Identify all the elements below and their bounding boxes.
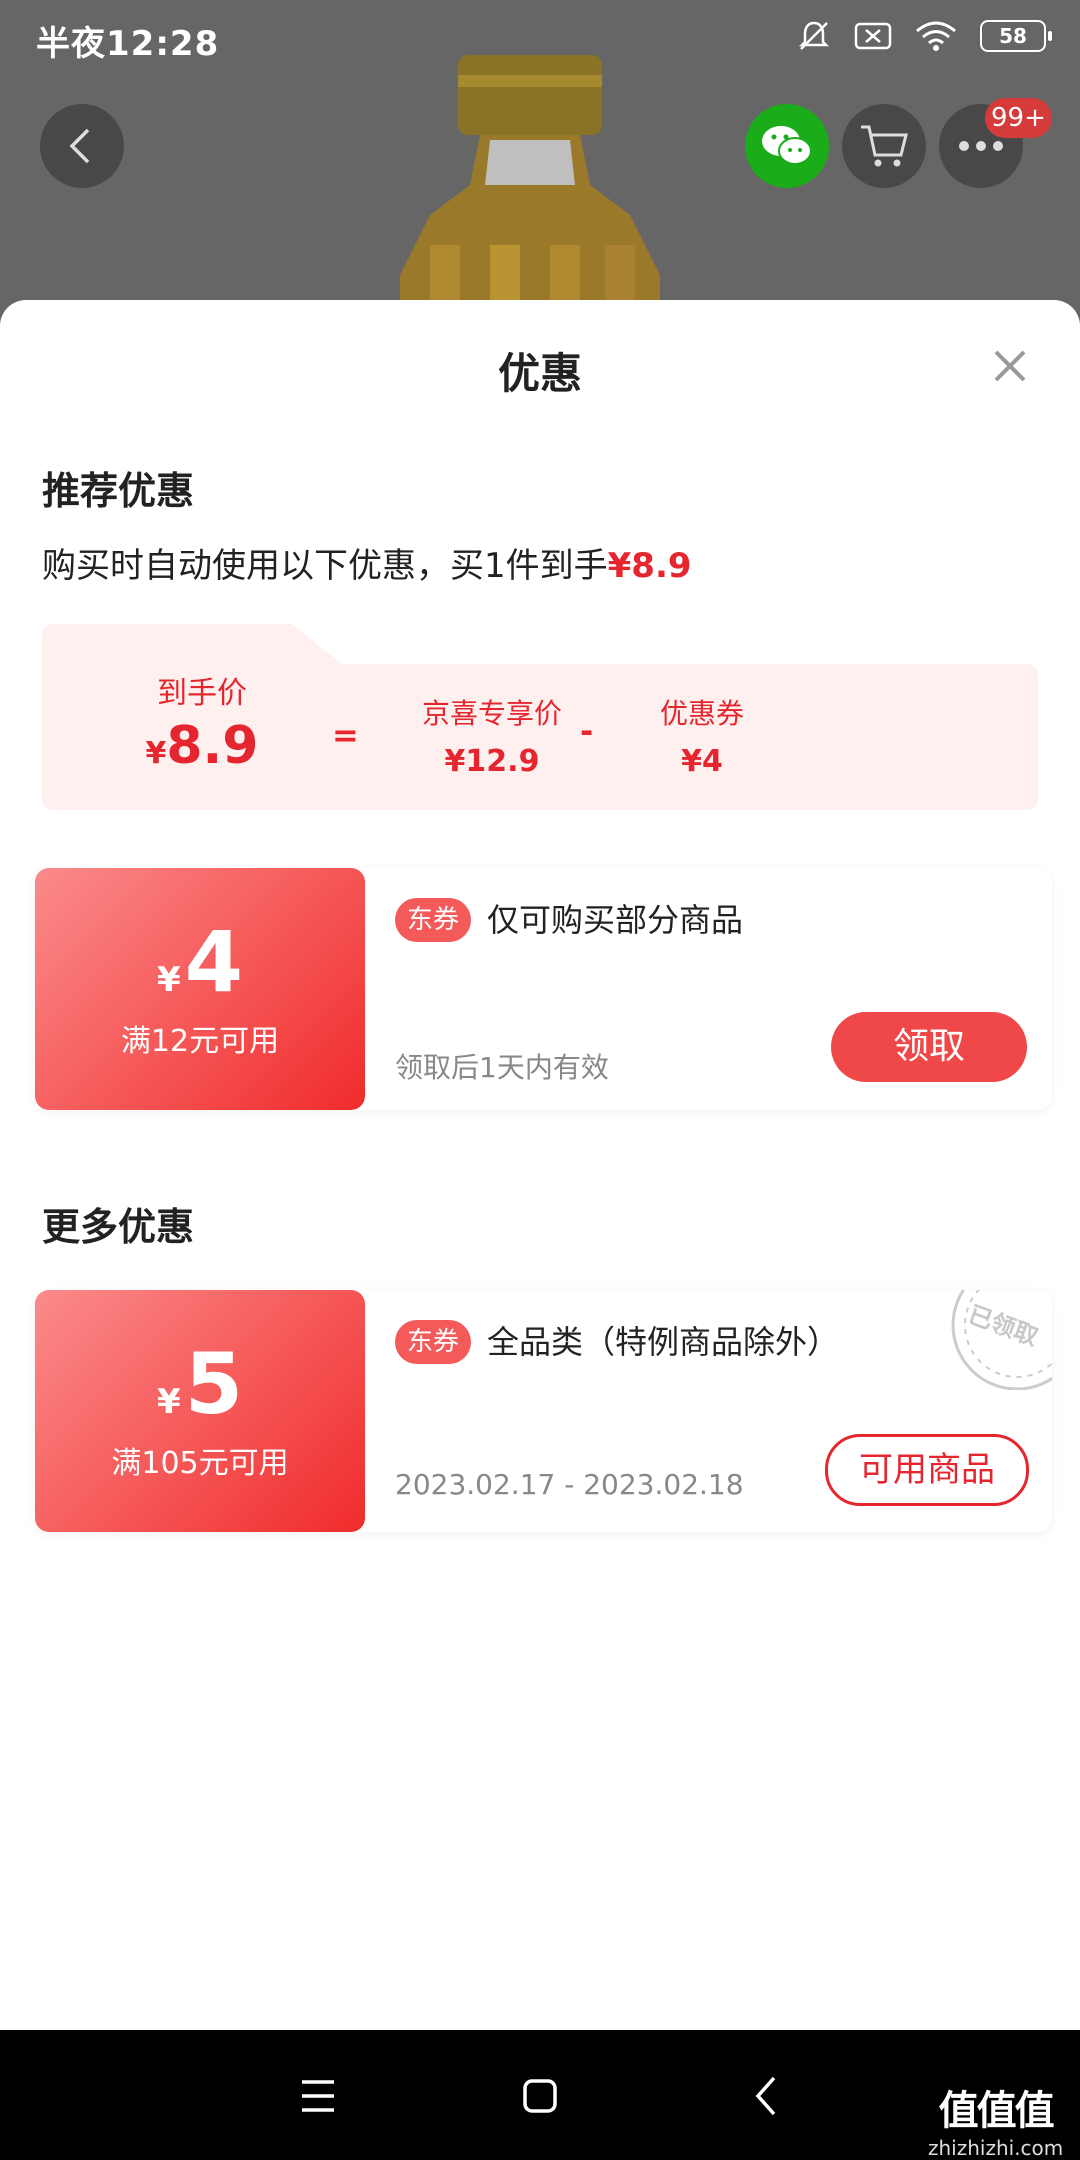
coupon-discount-value: ¥4 xyxy=(681,744,723,779)
price-breakdown-card: 到手价 ¥8.9 = 京喜专享价 ¥12.9 - 优惠券 ¥4 xyxy=(42,624,1038,810)
mute-bell-icon xyxy=(798,21,830,50)
member-price-label: 京喜专享价 xyxy=(421,697,562,730)
coupon-discount-block: 优惠券 ¥4 xyxy=(632,692,772,779)
back-icon xyxy=(69,128,90,164)
coupon-value-panel: ¥5 满105元可用 xyxy=(35,1290,365,1532)
coupon-currency: ¥ xyxy=(156,1382,181,1422)
battery-level: 58 xyxy=(999,24,1027,48)
cart-icon xyxy=(861,125,908,167)
coupon-description: 全品类（特例商品除外） xyxy=(487,1323,840,1361)
menu-icon[interactable] xyxy=(290,2068,346,2124)
system-nav-bar: 值值值 zhizhizhi.com xyxy=(0,2030,1080,2160)
status-icons: 58 xyxy=(796,18,1052,54)
watermark-url: zhizhizhi.com xyxy=(928,2136,1064,2160)
wechat-share-button[interactable] xyxy=(745,104,829,188)
close-icon[interactable] xyxy=(988,344,1032,388)
product-bottle-image xyxy=(400,55,660,330)
coupon-card-more: ¥5 满105元可用 东券 全品类（特例商品除外） 2023.02.17 - 2… xyxy=(35,1290,1052,1532)
recommended-summary: 购买时自动使用以下优惠，买1件到手¥8.9 xyxy=(42,538,692,587)
coupon-validity: 领取后1天内有效 xyxy=(395,1051,609,1084)
cart-button[interactable] xyxy=(842,104,926,188)
coupon-discount-label: 优惠券 xyxy=(659,697,744,730)
notification-badge: 99+ xyxy=(985,98,1052,138)
coupon-value-panel: ¥4 满12元可用 xyxy=(35,868,365,1110)
wifi-icon xyxy=(916,21,956,51)
coupon-currency: ¥ xyxy=(156,960,181,1000)
minus-sign: - xyxy=(580,712,594,750)
final-price-label: 到手价 xyxy=(157,676,247,711)
final-price-currency: ¥ xyxy=(145,736,167,771)
coupon-description: 仅可购买部分商品 xyxy=(487,901,744,939)
final-price-block: 到手价 ¥8.9 xyxy=(122,668,282,776)
summary-price: ¥8.9 xyxy=(607,546,692,586)
coupon-tag: 东券 xyxy=(395,898,472,942)
watermark-logo: 值值值 xyxy=(938,2088,1055,2134)
claim-coupon-button[interactable]: 领取 xyxy=(831,1012,1027,1082)
coupon-amount-value: 5 xyxy=(184,1335,244,1433)
coupon-validity: 2023.02.17 - 2023.02.18 xyxy=(395,1468,744,1501)
status-bar: 半夜12:28 58 xyxy=(0,0,1080,80)
summary-text: 购买时自动使用以下优惠，买1件到手 xyxy=(42,546,608,586)
coupon-card-recommended: ¥4 满12元可用 东券 仅可购买部分商品 领取后1天内有效 领取 xyxy=(35,868,1052,1110)
equals-sign: = xyxy=(332,716,359,754)
coupon-amount: ¥5 xyxy=(35,1342,365,1444)
more-icon xyxy=(959,141,1003,151)
applicable-products-button[interactable]: 可用商品 xyxy=(825,1434,1029,1506)
status-time: 半夜12:28 xyxy=(36,24,220,64)
final-price-amount: 8.9 xyxy=(166,716,259,776)
coupon-tag: 东券 xyxy=(395,1320,472,1364)
member-price-block: 京喜专享价 ¥12.9 xyxy=(392,692,592,779)
recommended-heading: 推荐优惠 xyxy=(42,469,195,513)
sheet-title: 优惠 xyxy=(497,349,582,398)
coupon-condition: 满105元可用 xyxy=(111,1446,289,1481)
wechat-icon xyxy=(762,126,812,165)
coupon-amount-value: 4 xyxy=(184,913,244,1011)
sim-off-icon xyxy=(854,22,892,50)
claimed-stamp: 已领取 xyxy=(942,1290,1052,1390)
battery-icon: 58 xyxy=(980,20,1052,52)
back-button[interactable] xyxy=(40,104,124,188)
member-price-value: ¥12.9 xyxy=(444,744,540,779)
coupon-amount: ¥4 xyxy=(35,920,365,1022)
final-price-value: ¥8.9 xyxy=(122,716,282,776)
nav-back-icon[interactable] xyxy=(740,2068,796,2124)
promotion-sheet: 优惠 推荐优惠 购买时自动使用以下优惠，买1件到手¥8.9 到手价 ¥8.9 =… xyxy=(0,300,1080,2030)
watermark: 值值值 zhizhizhi.com xyxy=(928,2078,1063,2160)
more-offers-heading: 更多优惠 xyxy=(42,1205,195,1249)
coupon-condition: 满12元可用 xyxy=(120,1024,280,1059)
home-icon[interactable] xyxy=(512,2068,568,2124)
